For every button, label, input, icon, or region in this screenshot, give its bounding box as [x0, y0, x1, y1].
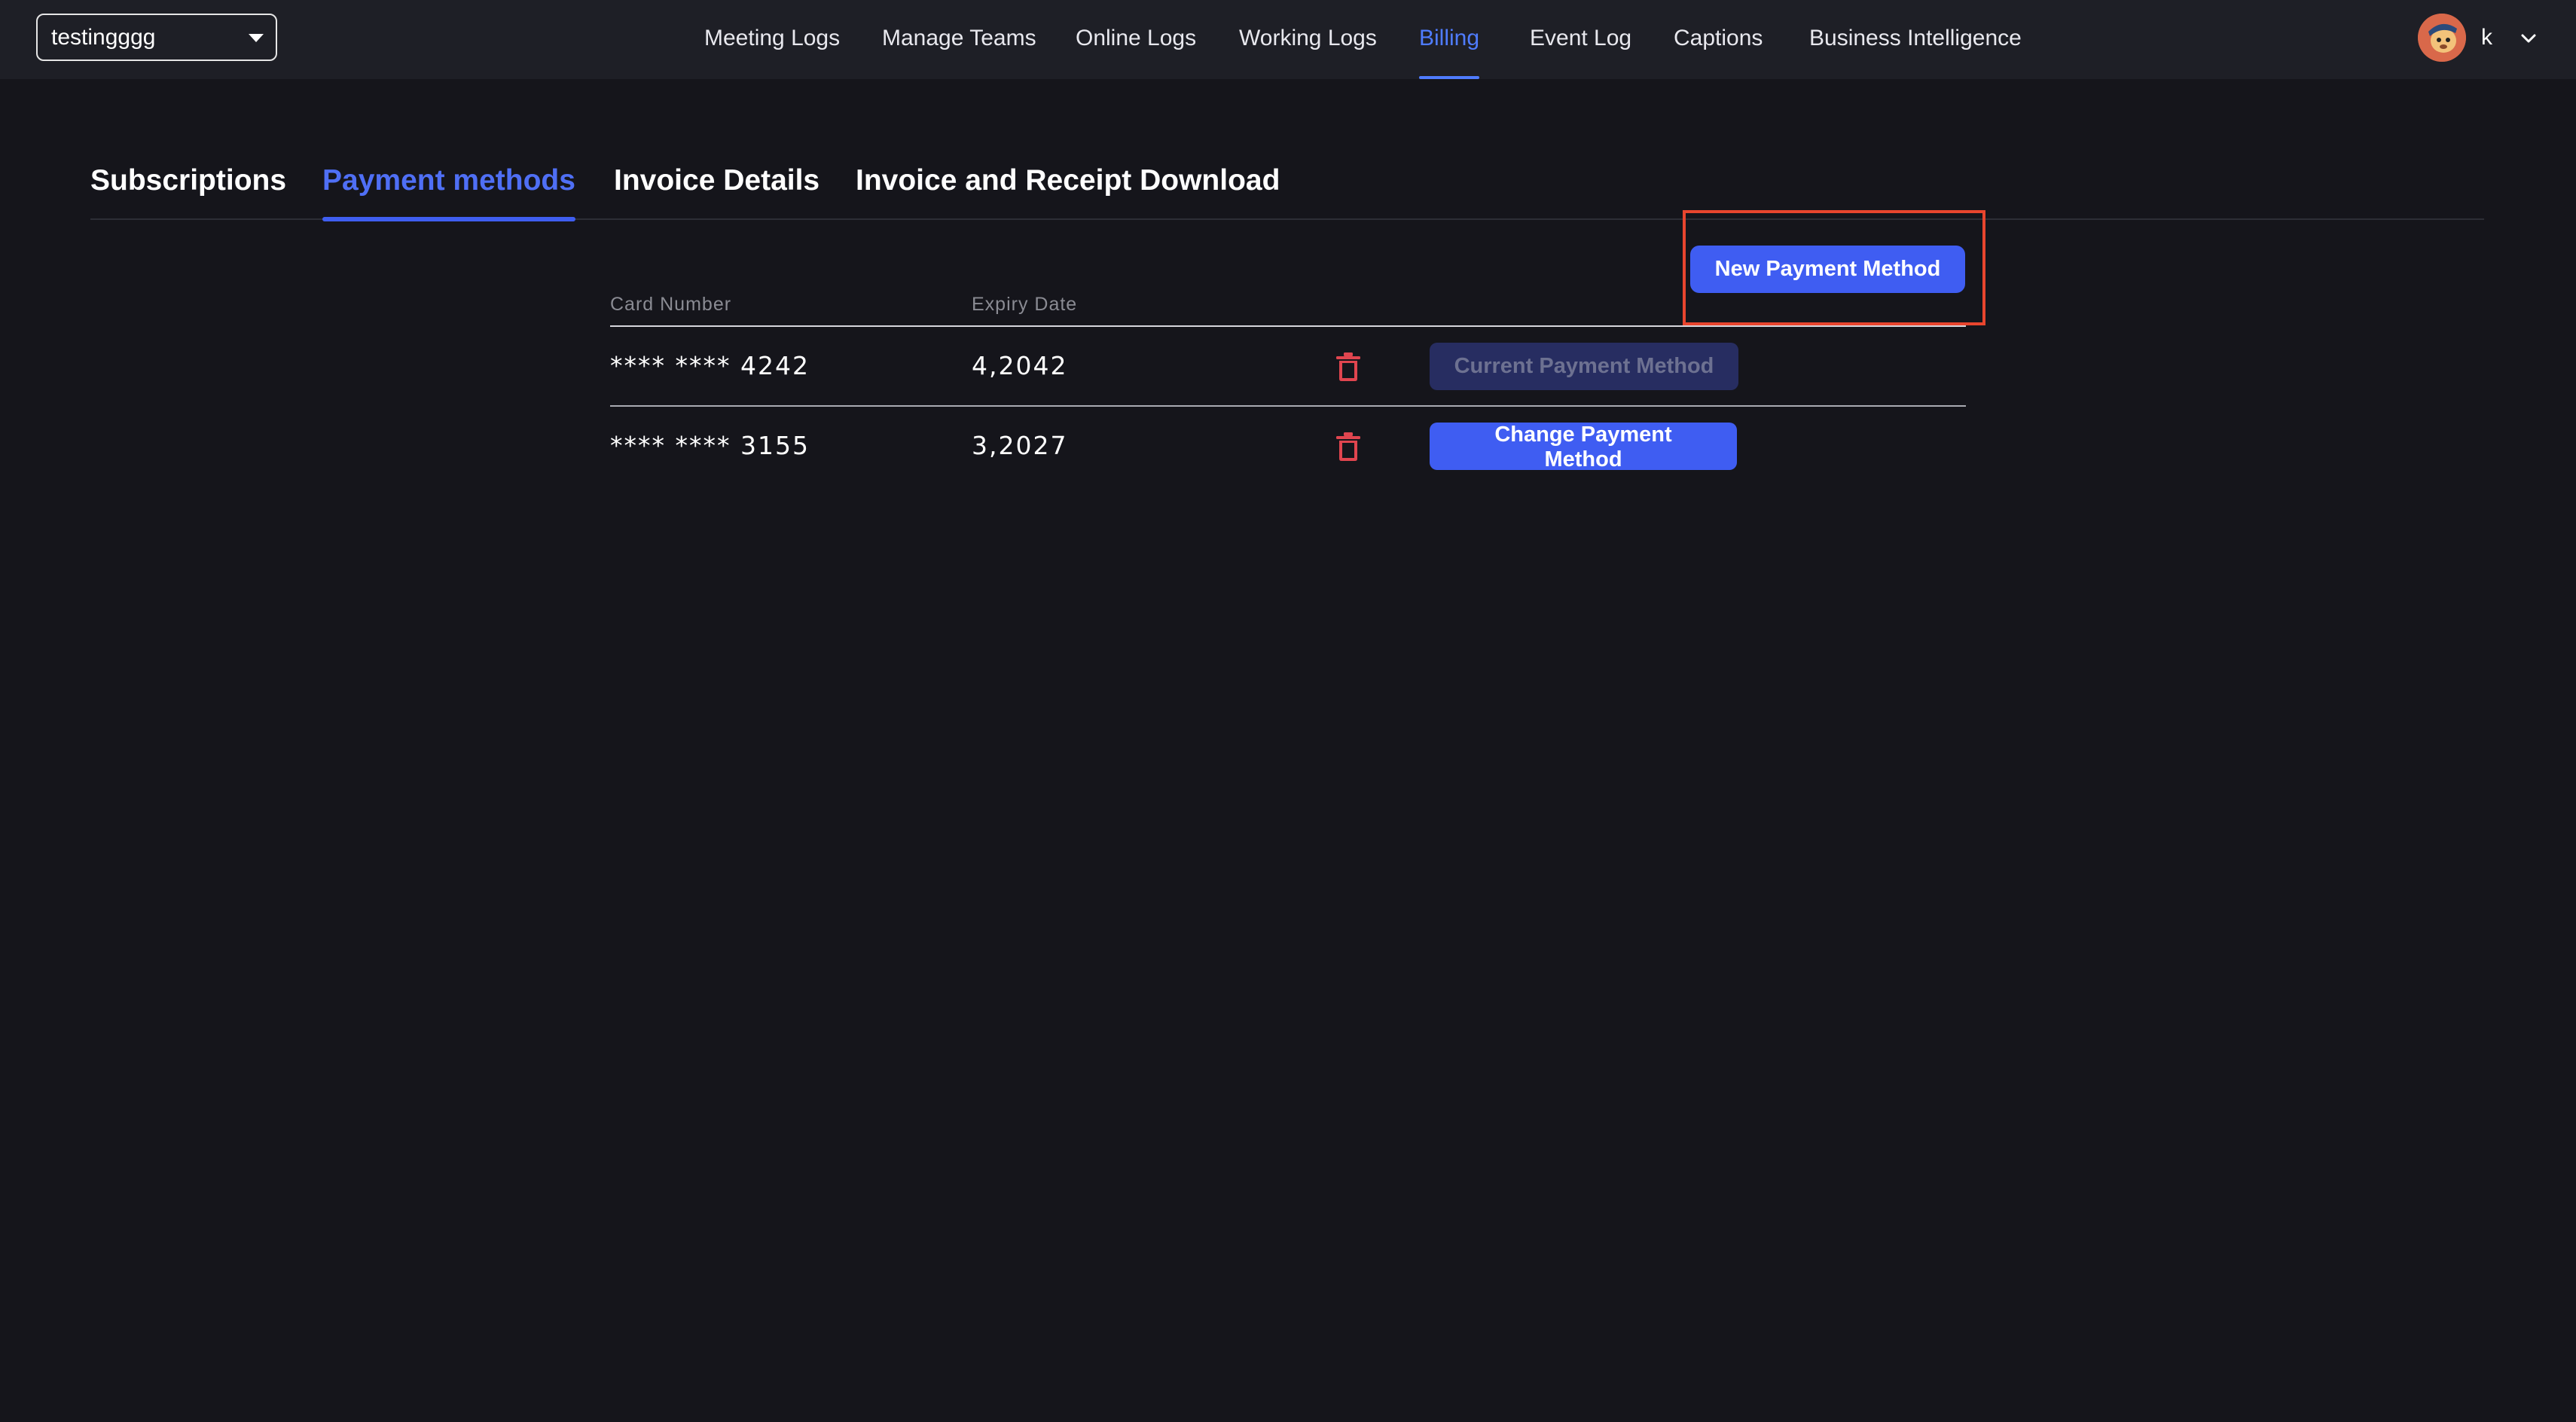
- nav-item-event-log[interactable]: Event Log: [1530, 0, 1631, 79]
- nav-item-manage-teams[interactable]: Manage Teams: [882, 0, 1036, 79]
- trash-icon[interactable]: [1335, 351, 1362, 383]
- trash-icon[interactable]: [1335, 431, 1362, 462]
- nav-item-working-logs[interactable]: Working Logs: [1239, 0, 1377, 79]
- tab-invoice-details[interactable]: Invoice Details: [614, 143, 819, 220]
- table-row: **** **** 3155 3,2027 Change Payment Met…: [610, 407, 1966, 487]
- expiry-date: 3,2027: [972, 431, 1068, 460]
- column-header-expiry-date: Expiry Date: [972, 294, 1078, 315]
- expiry-date: 4,2042: [972, 351, 1068, 380]
- nav-item-online-logs[interactable]: Online Logs: [1076, 0, 1196, 79]
- change-payment-method-button[interactable]: Change Payment Method: [1430, 423, 1737, 471]
- top-navigation-bar: testingggg Meeting Logs Manage Teams Onl…: [0, 0, 2576, 79]
- user-menu[interactable]: k: [2418, 12, 2546, 66]
- tab-payment-methods[interactable]: Payment methods: [322, 143, 575, 221]
- nav-item-captions[interactable]: Captions: [1674, 0, 1763, 79]
- table-row: **** **** 4242 4,2042 Current Payment Me…: [610, 327, 1966, 407]
- workspace-select[interactable]: testingggg: [36, 14, 277, 61]
- nav-item-billing[interactable]: Billing: [1419, 0, 1480, 79]
- tab-subscriptions[interactable]: Subscriptions: [90, 143, 286, 220]
- nav-item-business-intelligence[interactable]: Business Intelligence: [1809, 0, 2022, 79]
- user-name: k: [2481, 25, 2492, 50]
- caret-down-icon: [249, 34, 264, 42]
- billing-tabs: Subscriptions Payment methods Invoice De…: [90, 143, 2484, 221]
- tab-invoice-receipt-download[interactable]: Invoice and Receipt Download: [856, 143, 1280, 220]
- new-payment-method-button[interactable]: New Payment Method: [1690, 246, 1965, 293]
- current-payment-method-button: Current Payment Method: [1430, 343, 1738, 390]
- chevron-down-icon[interactable]: [2520, 30, 2537, 47]
- workspace-select-value: testingggg: [51, 25, 156, 50]
- card-number: **** **** 4242: [610, 351, 810, 380]
- nav-item-meeting-logs[interactable]: Meeting Logs: [704, 0, 840, 79]
- avatar-icon: [2418, 14, 2466, 62]
- column-header-card-number: Card Number: [610, 294, 732, 315]
- card-number: **** **** 3155: [610, 431, 810, 460]
